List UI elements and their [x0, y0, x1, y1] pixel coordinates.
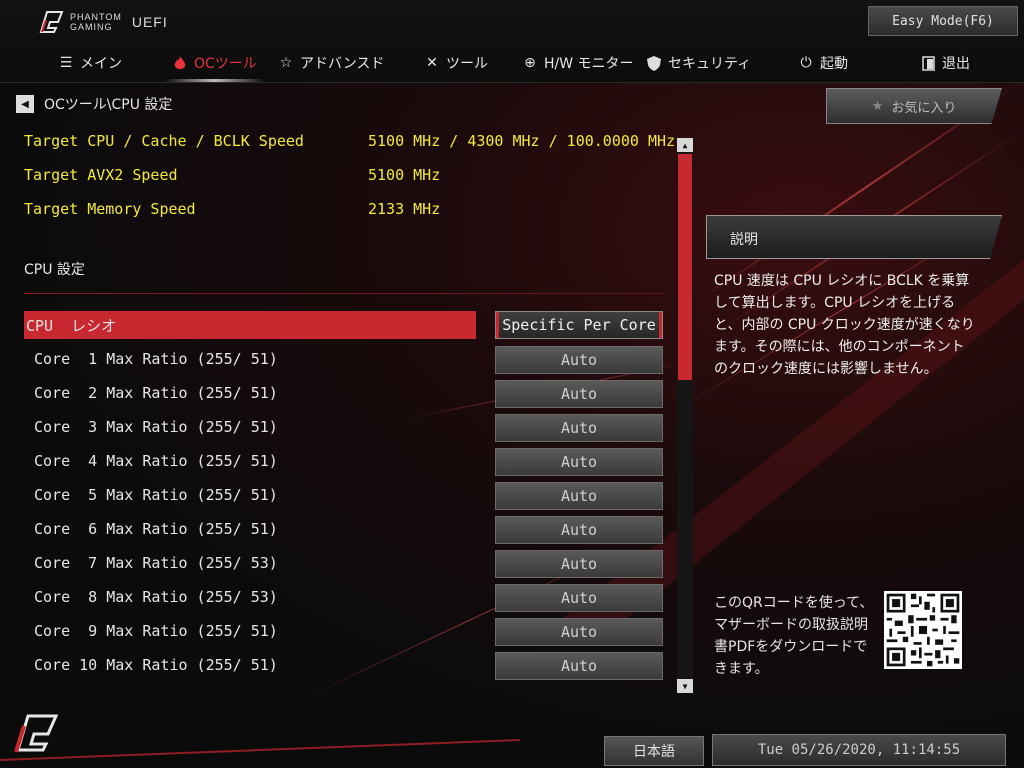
flame-icon	[172, 55, 188, 71]
setting-row-cpu-ratio[interactable]: CPU レシオ	[24, 311, 476, 339]
tab-label: 起動	[820, 56, 848, 72]
description-text: CPU 速度は CPU レシオに BCLK を乗算して算出します。CPU レシオ…	[714, 273, 975, 377]
language-button[interactable]: 日本語	[604, 736, 704, 766]
back-button[interactable]: ◀	[16, 95, 34, 113]
phantom-gaming-bottom-logo-icon	[14, 714, 59, 753]
setting-label: Core 10 Max Ratio (255/ 51)	[34, 656, 278, 674]
top-bar: PHANTOM GAMING UEFI Easy Mode(F6) ☰ メイン …	[0, 0, 1024, 83]
star-icon: ★	[871, 98, 884, 114]
info-value-cpu-speed: 5100 MHz / 4300 MHz / 100.0000 MHz	[368, 132, 676, 150]
tab-label: ツール	[446, 56, 488, 72]
setting-value-core2[interactable]: Auto	[495, 380, 663, 408]
tab-oc-tweaker[interactable]: OCツール	[164, 50, 265, 82]
tab-main[interactable]: ☰ メイン	[58, 50, 122, 76]
setting-row-core1[interactable]: Core 1 Max Ratio (255/ 51)	[24, 345, 476, 373]
setting-label: Core 5 Max Ratio (255/ 51)	[34, 486, 278, 504]
setting-value-core4[interactable]: Auto	[495, 448, 663, 476]
back-arrow-icon: ◀	[21, 98, 29, 110]
breadcrumb: ◀ OCツール\CPU 設定	[16, 94, 172, 114]
list-icon: ☰	[59, 55, 73, 71]
section-divider	[24, 293, 666, 294]
setting-row-core8[interactable]: Core 8 Max Ratio (255/ 53)	[24, 583, 476, 611]
breadcrumb-path: OCツール\CPU 設定	[44, 97, 173, 113]
qr-code-caption: このQRコードを使って、マザーボードの取扱説明書PDFをダウンロードできます。	[714, 595, 874, 677]
section-title: CPU 設定	[24, 262, 85, 278]
info-label-cpu-speed: Target CPU / Cache / BCLK Speed	[24, 132, 304, 150]
setting-label: Core 2 Max Ratio (255/ 51)	[34, 384, 278, 402]
tab-advanced[interactable]: ☆ アドバンスド	[278, 50, 385, 76]
tab-label: H/W モニター	[544, 56, 634, 72]
setting-row-core7[interactable]: Core 7 Max Ratio (255/ 53)	[24, 549, 476, 577]
setting-value-core10[interactable]: Auto	[495, 652, 663, 680]
setting-row-core4[interactable]: Core 4 Max Ratio (255/ 51)	[24, 447, 476, 475]
qr-code-icon	[884, 591, 962, 669]
scroll-up-arrow-icon: ▲	[682, 140, 688, 150]
setting-value-cpu-ratio[interactable]: Specific Per Core	[495, 311, 663, 339]
tab-tool[interactable]: ✕ ツール	[424, 50, 488, 76]
setting-label: Core 1 Max Ratio (255/ 51)	[34, 350, 278, 368]
tab-hw-monitor[interactable]: ⊕ H/W モニター	[522, 50, 634, 76]
shield-icon	[646, 55, 662, 71]
tab-security[interactable]: セキュリティ	[646, 50, 751, 76]
tab-exit[interactable]: 退出	[920, 50, 970, 76]
setting-label: Core 9 Max Ratio (255/ 51)	[34, 622, 278, 640]
setting-label: Core 8 Max Ratio (255/ 53)	[34, 588, 278, 606]
setting-label: Core 4 Max Ratio (255/ 51)	[34, 452, 278, 470]
tab-label: OCツール	[194, 56, 257, 72]
brand-logo: PHANTOM GAMING UEFI	[38, 10, 168, 34]
favorites-button[interactable]: ★ お気に入り	[826, 88, 1002, 124]
setting-row-core5[interactable]: Core 5 Max Ratio (255/ 51)	[24, 481, 476, 509]
scrollbar-thumb[interactable]	[678, 154, 692, 380]
easy-mode-button[interactable]: Easy Mode(F6)	[868, 6, 1018, 36]
setting-value-core5[interactable]: Auto	[495, 482, 663, 510]
exit-door-icon	[920, 55, 936, 71]
setting-value-core3[interactable]: Auto	[495, 414, 663, 442]
info-value-avx2-speed: 5100 MHz	[368, 166, 441, 184]
scrollbar[interactable]: ▲ ▼	[677, 138, 693, 693]
brand-line-1: PHANTOM	[70, 12, 122, 22]
brand-uefi: UEFI	[131, 14, 168, 30]
tab-label: メイン	[80, 56, 122, 72]
setting-label: Core 6 Max Ratio (255/ 51)	[34, 520, 278, 538]
tab-boot[interactable]: ⏻ 起動	[798, 50, 848, 76]
tab-label: 退出	[942, 56, 970, 72]
main-nav: ☰ メイン OCツール ☆ アドバンスド ✕ ツール ⊕ H/W モニター セキ…	[0, 46, 1024, 82]
tools-icon: ✕	[426, 55, 438, 71]
setting-row-core3[interactable]: Core 3 Max Ratio (255/ 51)	[24, 413, 476, 441]
favorites-label: お気に入り	[891, 100, 957, 116]
description-header: 説明	[706, 215, 1002, 259]
setting-label: Core 3 Max Ratio (255/ 51)	[34, 418, 278, 436]
description-title: 説明	[730, 232, 758, 248]
setting-row-core9[interactable]: Core 9 Max Ratio (255/ 51)	[24, 617, 476, 645]
datetime-display: Tue 05/26/2020, 11:14:55	[712, 734, 1006, 766]
info-value-memory-speed: 2133 MHz	[368, 200, 441, 218]
setting-value-core9[interactable]: Auto	[495, 618, 663, 646]
tab-label: セキュリティ	[668, 56, 752, 72]
brand-line-2: GAMING	[70, 22, 113, 32]
crosshair-icon: ⊕	[524, 55, 536, 71]
setting-value-core8[interactable]: Auto	[495, 584, 663, 612]
setting-row-core2[interactable]: Core 2 Max Ratio (255/ 51)	[24, 379, 476, 407]
star-icon: ☆	[279, 55, 293, 71]
setting-value-core1[interactable]: Auto	[495, 346, 663, 374]
setting-row-core6[interactable]: Core 6 Max Ratio (255/ 51)	[24, 515, 476, 543]
info-label-avx2-speed: Target AVX2 Speed	[24, 166, 178, 184]
power-icon: ⏻	[800, 55, 812, 71]
info-label-memory-speed: Target Memory Speed	[24, 200, 196, 218]
scroll-down-button[interactable]: ▼	[677, 679, 693, 693]
setting-value-core7[interactable]: Auto	[495, 550, 663, 578]
setting-value-core6[interactable]: Auto	[495, 516, 663, 544]
setting-label: Core 7 Max Ratio (255/ 53)	[34, 554, 278, 572]
phantom-gaming-logo-icon	[39, 11, 64, 33]
setting-label: CPU レシオ	[26, 316, 117, 335]
scroll-up-button[interactable]: ▲	[677, 138, 693, 152]
tab-label: アドバンスド	[300, 56, 385, 72]
scroll-down-arrow-icon: ▼	[682, 681, 688, 691]
setting-row-core10[interactable]: Core 10 Max Ratio (255/ 51)	[24, 651, 476, 679]
